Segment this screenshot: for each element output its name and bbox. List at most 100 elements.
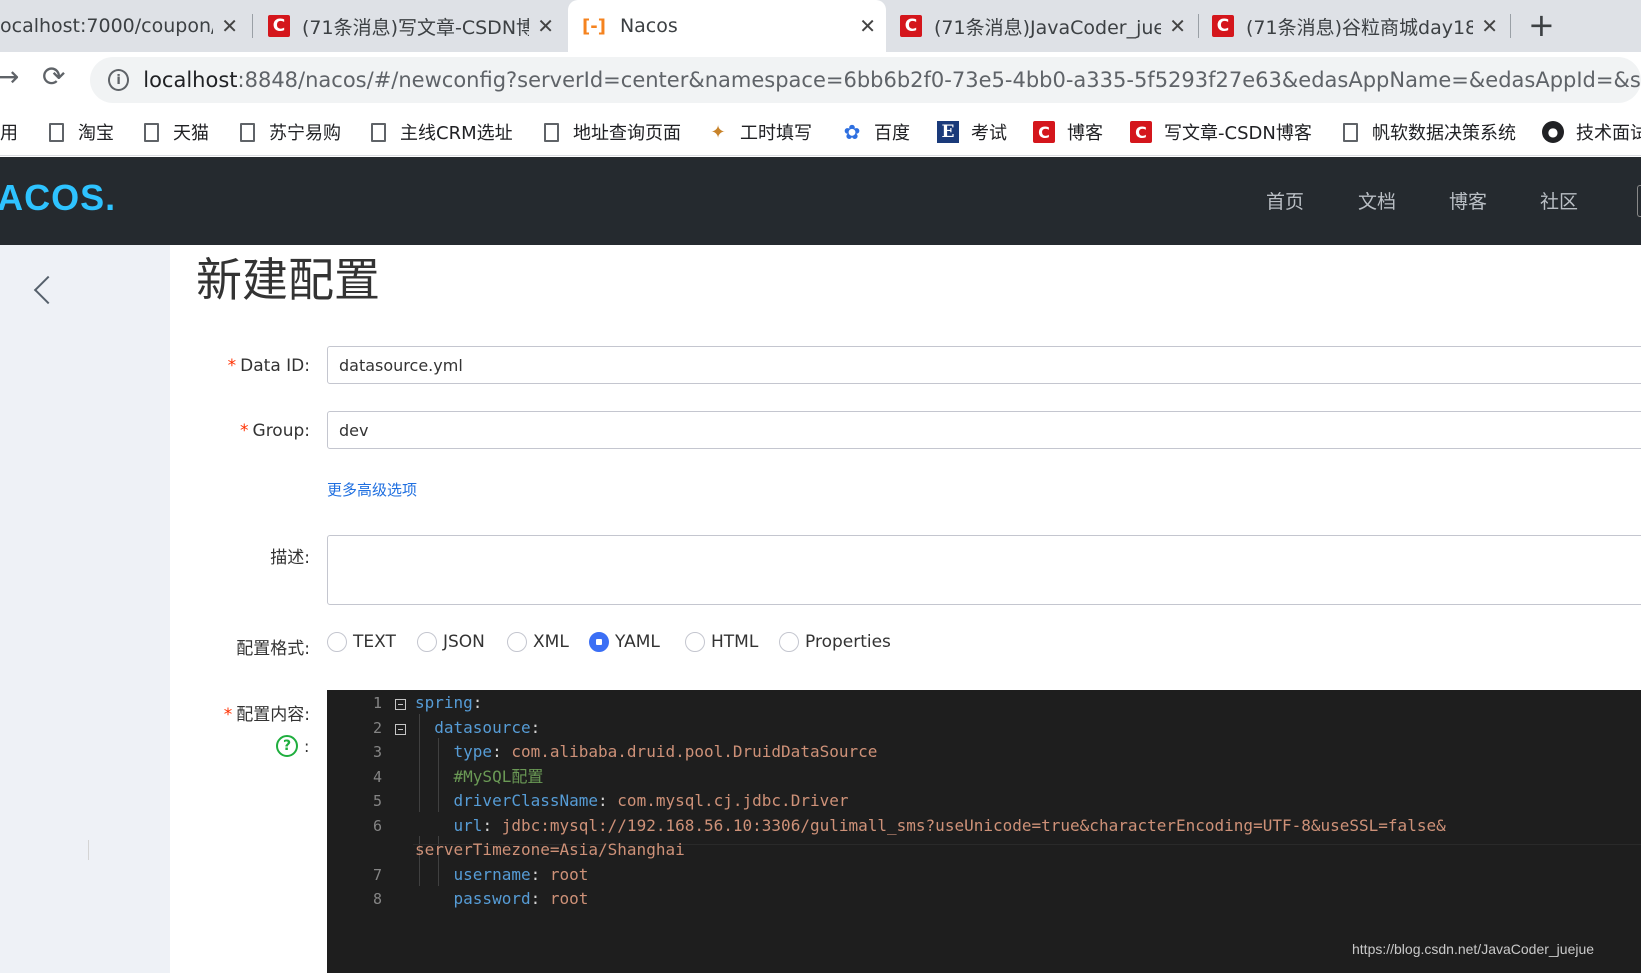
tab-title: (71条消息)谷粒商城day18-	[1246, 16, 1474, 39]
browser-tab-bar: ocalhost:7000/coupon/c ✕ C (71条消息)写文章-CS…	[0, 0, 1641, 52]
bookmark-worktime[interactable]: ✦ 工时填写	[708, 108, 812, 155]
bookmark-finereport[interactable]: 帆软数据决策系统	[1340, 108, 1516, 155]
tab-nacos[interactable]: [-] Nacos ✕	[568, 0, 886, 52]
line-number: 3	[372, 743, 382, 761]
bookmark-label: 天猫	[173, 123, 209, 144]
tab-separator	[1510, 14, 1511, 38]
new-tab-icon[interactable]: +	[1528, 6, 1555, 44]
bookmark-address-query[interactable]: 地址查询页面	[541, 108, 681, 155]
reload-icon[interactable]: ⟳	[42, 60, 65, 93]
tab-separator	[252, 14, 253, 38]
nav-home[interactable]: 首页	[1266, 187, 1304, 214]
csdn-c-icon: C	[1130, 121, 1152, 143]
browser-toolbar: → ⟳ i localhost:8848/nacos/#/newconfig?s…	[0, 52, 1641, 108]
advanced-options-link[interactable]: 更多高级选项	[327, 479, 417, 500]
page-icon	[46, 121, 66, 143]
close-icon[interactable]: ✕	[1169, 14, 1186, 38]
close-icon[interactable]: ✕	[221, 14, 238, 38]
page-title: 新建配置	[196, 253, 380, 307]
radio-dot	[507, 632, 527, 652]
line-number: 2	[372, 718, 382, 737]
page-icon	[237, 121, 257, 143]
bookmark-csdn-write[interactable]: C 写文章-CSDN博客	[1130, 108, 1312, 155]
info-icon[interactable]: i	[108, 69, 130, 91]
page-icon	[541, 121, 561, 143]
nav-docs[interactable]: 文档	[1358, 187, 1396, 214]
nacos-header: |ACOS. 首页 文档 博客 社区	[0, 157, 1641, 245]
group-label: * Group:	[240, 421, 310, 441]
tab-title: ocalhost:7000/coupon/c	[0, 15, 214, 37]
bookmark-exam[interactable]: E 考试	[937, 108, 1007, 155]
bookmark-tmall[interactable]: 天猫	[141, 108, 209, 155]
data-id-input[interactable]: datasource.yml	[327, 346, 1641, 384]
bookmark-suning[interactable]: 苏宁易购	[237, 108, 341, 155]
radio-properties[interactable]: Properties	[779, 632, 891, 652]
fold-toggle-icon[interactable]	[395, 724, 406, 735]
language-switch[interactable]	[1637, 185, 1641, 217]
data-id-label: * Data ID:	[227, 356, 310, 376]
nacos-logo[interactable]: |ACOS.	[0, 177, 116, 219]
code-line: type: com.alibaba.druid.pool.DruidDataSo…	[415, 742, 878, 761]
left-sidebar	[0, 245, 170, 973]
line-number: 1	[372, 694, 382, 712]
config-content-editor[interactable]: 1 spring: 2 datasource: 3 type: com.alibaba…	[327, 690, 1641, 973]
page-icon	[141, 121, 161, 143]
bookmark-apps[interactable]: 用	[0, 108, 18, 155]
bookmark-label: 苏宁易购	[269, 123, 341, 144]
tab-javacoder[interactable]: C (71条消息)JavaCoder_juej ✕	[900, 0, 1196, 52]
radio-xml[interactable]: XML	[507, 632, 569, 652]
radio-json[interactable]: JSON	[417, 632, 485, 652]
tab-title: (71条消息)JavaCoder_juej	[934, 16, 1162, 39]
line-number: 8	[372, 890, 382, 908]
description-textarea[interactable]	[327, 535, 1641, 605]
nav-community[interactable]: 社区	[1540, 187, 1578, 214]
bookmark-crm[interactable]: 主线CRM选址	[368, 108, 513, 155]
csdn-c-icon: C	[268, 15, 290, 37]
line-number: 4	[372, 767, 382, 786]
bookmark-blog[interactable]: C 博客	[1033, 108, 1103, 155]
watermark: https://blog.csdn.net/JavaCoder_juejue	[1352, 941, 1595, 957]
tab-coupon[interactable]: ocalhost:7000/coupon/c ✕	[0, 0, 248, 52]
tab-csdn-write[interactable]: C (71条消息)写文章-CSDN博 ✕	[268, 0, 564, 52]
line-number: 6	[372, 816, 382, 835]
format-label: 配置格式:	[236, 639, 310, 659]
bookmark-baidu[interactable]: ✿ 百度	[842, 108, 910, 155]
tab-separator	[1198, 14, 1199, 38]
nacos-icon: [-]	[582, 15, 606, 37]
radio-text[interactable]: TEXT	[327, 632, 396, 652]
bookmark-taobao[interactable]: 淘宝	[46, 108, 114, 155]
github-icon: ●	[1542, 121, 1564, 143]
bookmark-tech-interview[interactable]: ● 技术面试	[1542, 108, 1641, 155]
tab-title: (71条消息)写文章-CSDN博	[302, 16, 530, 39]
bookmark-label: 考试	[971, 123, 1007, 144]
close-icon[interactable]: ✕	[859, 14, 876, 38]
radio-dot	[685, 632, 705, 652]
fold-toggle-icon[interactable]	[395, 699, 406, 710]
group-input[interactable]: dev	[327, 411, 1641, 449]
tab-guli[interactable]: C (71条消息)谷粒商城day18- ✕	[1212, 0, 1508, 52]
page-icon	[368, 121, 388, 143]
bookmark-label: 写文章-CSDN博客	[1164, 123, 1312, 144]
help-icon[interactable]: ?	[276, 735, 298, 757]
code-line: #MySQL配置	[415, 766, 544, 786]
baidu-paw-icon: ✿	[843, 120, 861, 144]
text-cursor	[88, 840, 89, 860]
code-line: driverClassName: com.mysql.cj.jdbc.Drive…	[415, 791, 849, 810]
csdn-c-icon: C	[1212, 15, 1234, 37]
address-bar[interactable]: i localhost:8848/nacos/#/newconfig?serve…	[90, 57, 1641, 103]
close-icon[interactable]: ✕	[1481, 14, 1498, 38]
bookmark-label: 淘宝	[78, 123, 114, 144]
bookmark-label: 地址查询页面	[573, 123, 681, 144]
forward-icon[interactable]: →	[0, 60, 19, 93]
url-text: localhost:8848/nacos/#/newconfig?serverI…	[143, 68, 1641, 92]
radio-yaml[interactable]: YAML	[589, 632, 660, 652]
close-icon[interactable]: ✕	[537, 14, 554, 38]
e-icon: E	[937, 121, 959, 143]
bookmark-label: 技术面试	[1576, 123, 1641, 144]
radio-html[interactable]: HTML	[685, 632, 758, 652]
bookmark-label: 主线CRM选址	[400, 123, 513, 144]
nav-blog[interactable]: 博客	[1449, 187, 1487, 214]
code-line: password: root	[415, 889, 589, 908]
bookmarks-bar: 用 淘宝 天猫 苏宁易购 主线CRM选址 地址查询页面 ✦ 工时填写 ✿ 百度 …	[0, 108, 1641, 156]
bookmark-label: 用	[0, 123, 18, 144]
